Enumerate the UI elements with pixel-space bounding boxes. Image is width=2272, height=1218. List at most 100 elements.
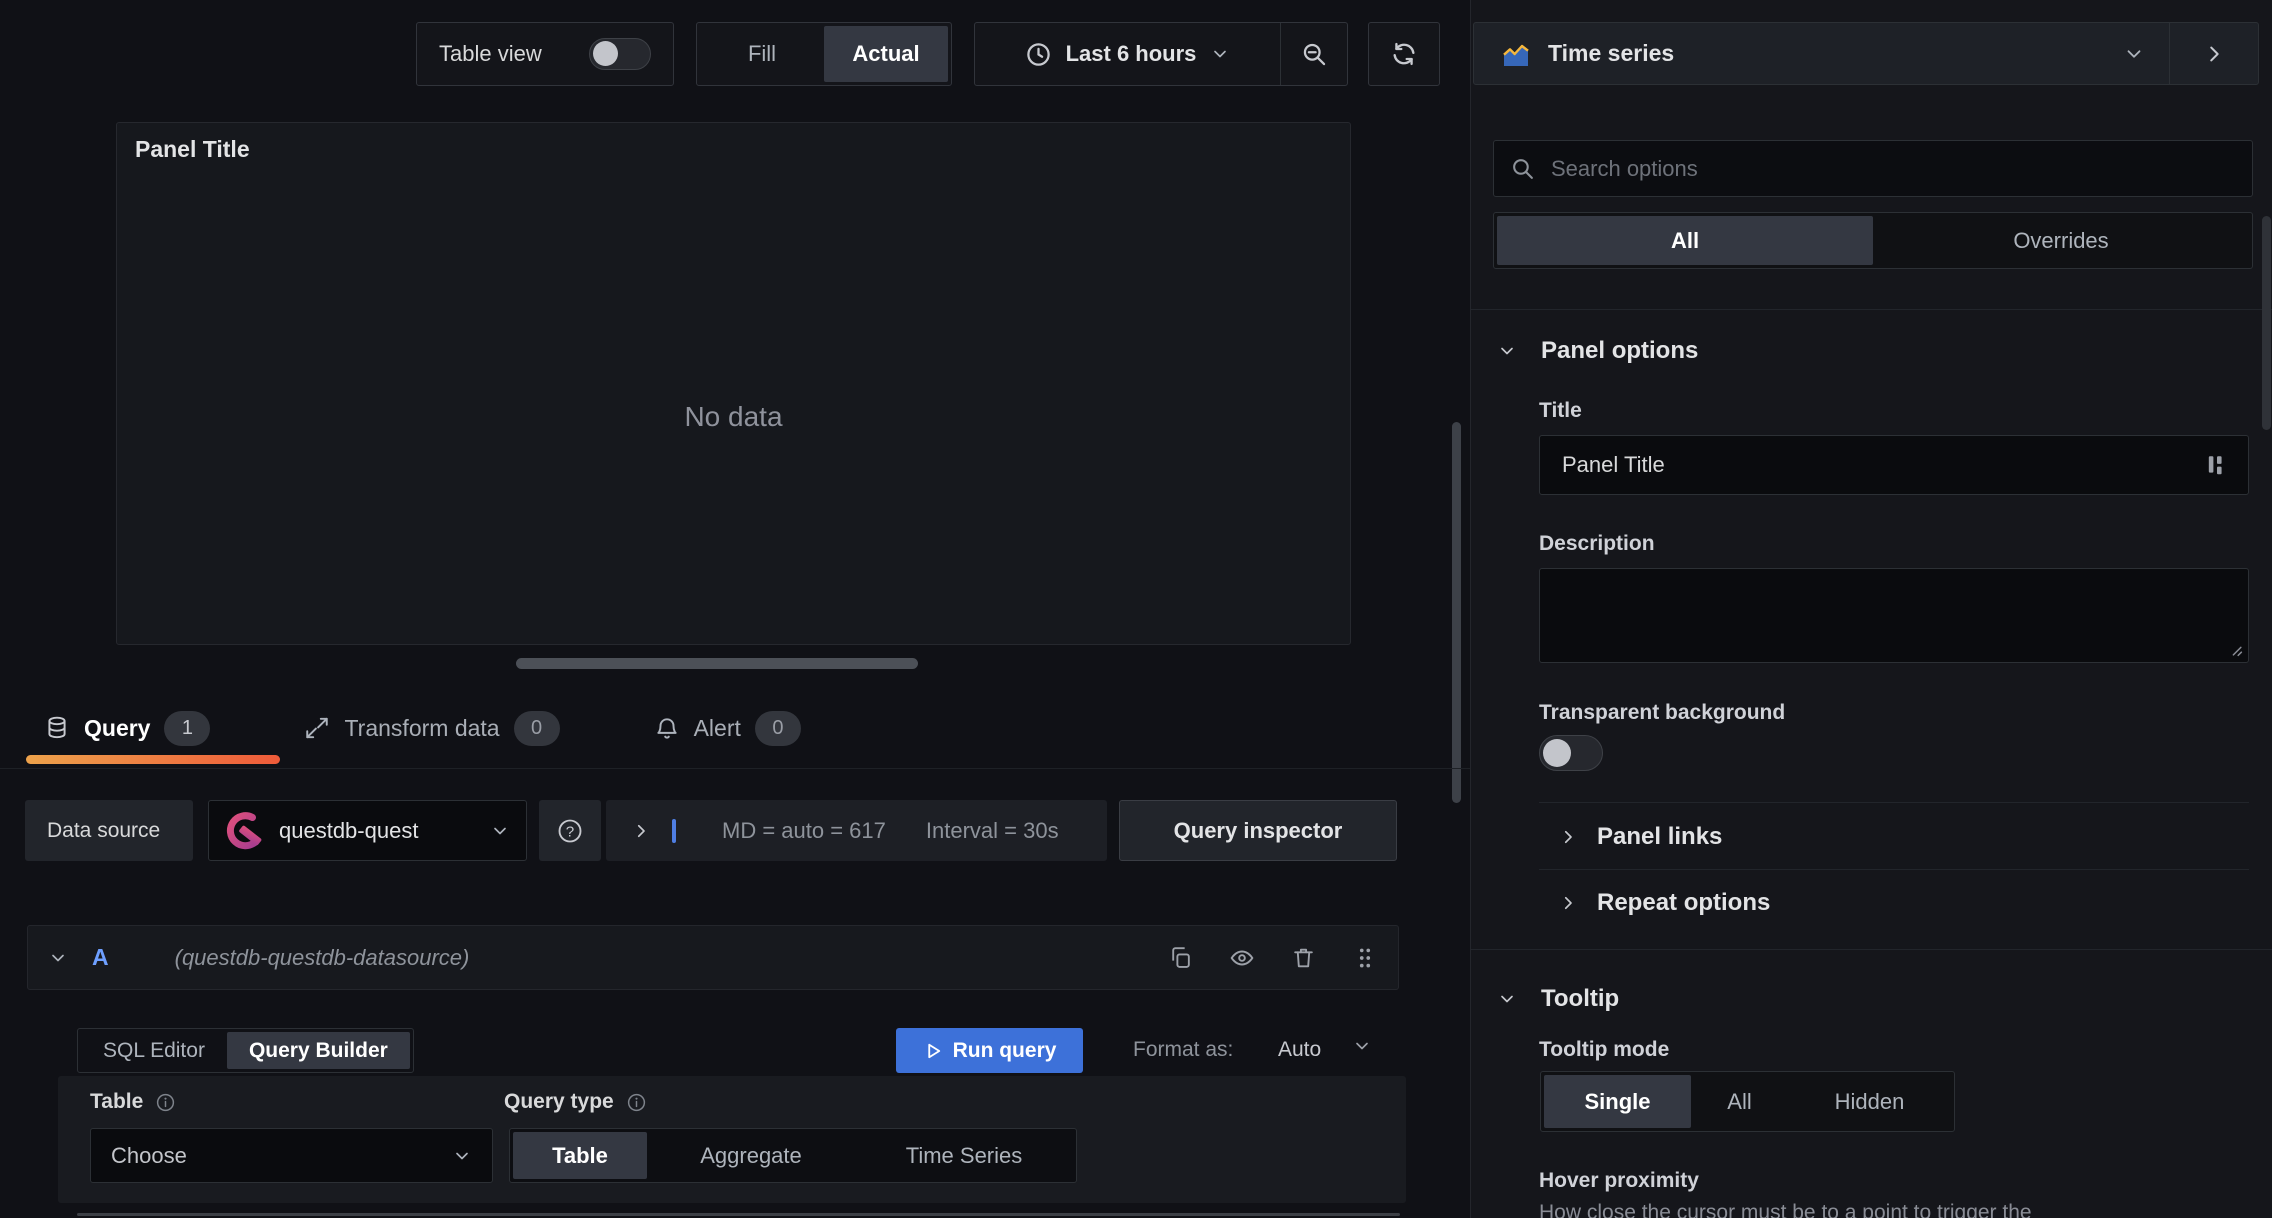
visualization-name: Time series [1548,40,1675,66]
hover-proximity-description: How close the cursor must be to a point … [1539,1201,2032,1218]
panel-options-section-header[interactable]: Panel options [1471,334,1698,368]
bell-icon [654,715,680,741]
query-type-aggregate[interactable]: Aggregate [647,1132,855,1179]
table-view-switch[interactable] [589,38,651,70]
search-icon [1510,156,1535,181]
time-picker-group: Last 6 hours [974,22,1348,86]
title-field-label: Title [1539,399,1582,422]
data-source-label: Data source [25,800,193,861]
sql-editor-option[interactable]: SQL Editor [81,1032,227,1069]
editor-mode-group: SQL Editor Query Builder [77,1028,414,1073]
actual-option[interactable]: Actual [824,26,948,82]
chevron-down-icon [2123,43,2145,65]
no-data-message: No data [684,401,783,432]
data-source-picker[interactable]: questdb-quest [208,800,527,861]
filter-overrides[interactable]: Overrides [1873,216,2249,265]
refresh-button[interactable] [1368,22,1440,86]
table-select[interactable]: Choose [90,1128,493,1183]
tooltip-mode-single[interactable]: Single [1544,1075,1691,1128]
collapse-pane-button[interactable] [2170,23,2258,84]
query-datasource-hint: (questdb-questdb-datasource) [174,944,470,970]
fill-actual-group: Fill Actual [696,22,952,86]
loading-indicator [672,818,676,843]
question-circle-icon: ? [556,817,584,845]
next-section-edge [77,1213,1400,1216]
panel-links-section[interactable]: Panel links [1471,814,2272,860]
active-tab-underline [26,755,280,764]
hide-query-eye-icon[interactable] [1229,945,1255,971]
format-as-value[interactable]: Auto [1278,1038,1321,1062]
vertical-scrollbar[interactable] [1452,422,1461,803]
datasource-help-button[interactable]: ? [539,800,601,861]
chevron-down-icon [490,821,510,841]
query-type-time-series[interactable]: Time Series [855,1132,1073,1179]
panel-title-input[interactable] [1560,451,2206,479]
options-pane-scrollbar[interactable] [2262,216,2271,430]
panel-title-field [1539,435,2249,495]
clock-icon [1025,41,1052,68]
fill-option[interactable]: Fill [700,26,824,82]
info-icon[interactable] [626,1092,647,1113]
questdb-logo-icon [225,811,265,851]
tooltip-mode-hidden[interactable]: Hidden [1788,1075,1951,1128]
repeat-options-section[interactable]: Repeat options [1471,880,2272,926]
options-search-box[interactable] [1493,140,2253,197]
suggestions-bars-icon[interactable] [2206,453,2228,477]
visualization-picker[interactable]: Time series [1473,22,2259,85]
horizontal-scrollbar[interactable] [516,658,918,669]
description-field-label: Description [1539,532,1655,555]
switch-knob [1543,739,1571,767]
drag-handle-icon[interactable] [1352,945,1378,971]
data-source-name: questdb-quest [279,817,419,843]
interval-stat: Interval = 30s [925,817,1059,843]
chevron-down-icon [452,1146,472,1166]
divider [1471,309,2272,310]
options-search-input[interactable] [1549,154,2236,183]
collapse-chevron-icon[interactable] [48,948,68,968]
run-query-label: Run query [952,1038,1057,1062]
tooltip-mode-all[interactable]: All [1691,1075,1788,1128]
database-icon [44,715,70,741]
query-type-field-label: Query type [504,1090,614,1113]
query-builder-option[interactable]: Query Builder [226,1032,410,1069]
panel-edit-screen: Table view Fill Actual Last 6 hours Pane… [0,0,2272,1218]
query-count-badge: 1 [164,710,211,746]
tab-label: Query [84,714,151,741]
tab-query[interactable]: Query 1 [26,700,228,756]
refresh-icon [1390,40,1418,68]
query-builder-section: Table Choose Query type Table Aggregate … [58,1076,1406,1203]
query-type-table[interactable]: Table [513,1132,647,1179]
filter-all[interactable]: All [1497,216,1873,265]
info-icon[interactable] [155,1092,176,1113]
query-row-header[interactable]: A (questdb-questdb-datasource) [27,925,1399,990]
query-ref-id: A [92,944,109,970]
time-range-button[interactable]: Last 6 hours [975,23,1280,85]
description-textarea[interactable] [1539,568,2249,663]
query-options-summary[interactable]: MD = auto = 617 Interval = 30s [606,800,1107,861]
tooltip-section-header[interactable]: Tooltip [1471,982,1619,1016]
divider [1539,869,2249,870]
section-title: Tooltip [1541,985,1620,1012]
transparent-background-switch[interactable] [1539,735,1603,771]
panel-options-pane: Time series All Overrides Panel optio [1470,0,2272,1218]
section-title: Repeat options [1597,889,1771,916]
options-filter-tabs: All Overrides [1493,212,2253,269]
duplicate-query-icon[interactable] [1168,945,1193,970]
zoom-out-button[interactable] [1281,23,1347,85]
hover-proximity-label: Hover proximity [1539,1169,1699,1192]
query-inspector-button[interactable]: Query inspector [1119,800,1397,861]
tab-alert[interactable]: Alert 0 [636,700,819,756]
zoom-out-icon [1301,41,1328,68]
tab-label: Transform data [344,714,500,741]
tooltip-mode-label: Tooltip mode [1539,1038,1670,1061]
chevron-down-icon[interactable] [1352,1036,1372,1056]
section-title: Panel options [1541,337,1699,364]
switch-knob [593,41,618,66]
resize-handle-icon[interactable] [2228,642,2243,657]
query-type-group: Table Aggregate Time Series [509,1128,1077,1183]
delete-query-trash-icon[interactable] [1291,945,1316,970]
tab-transform-data[interactable]: Transform data 0 [286,700,577,756]
format-as-label: Format as: [1133,1038,1234,1061]
editor-tabs: Query 1 Transform data 0 Alert 0 [26,700,819,756]
run-query-button[interactable]: Run query [896,1028,1083,1073]
